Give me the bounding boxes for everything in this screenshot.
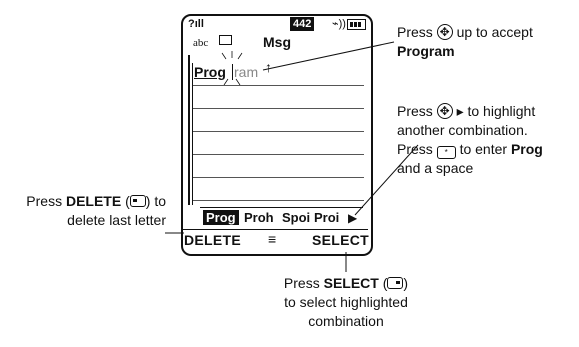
callout-highlight: Press ▸ to highlight another combination… (397, 102, 543, 178)
callout-delete: Press DELETE () to delete last letter (26, 193, 166, 228)
callout-accept: Press up to accept Program (397, 23, 533, 61)
left-softkey-icon (129, 195, 146, 207)
right-softkey-icon (387, 277, 404, 289)
star-key-icon: * (436, 146, 456, 159)
nav-key-icon (436, 23, 453, 42)
callout-select: Press SELECT () to select highlighted co… (283, 275, 409, 329)
nav-key-icon (436, 102, 453, 121)
